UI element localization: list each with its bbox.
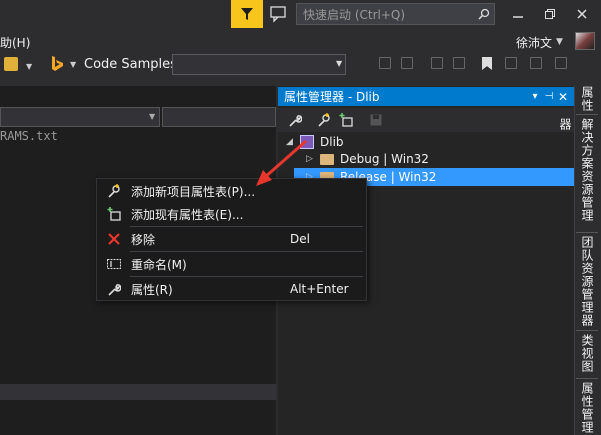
solution-explorer-icon[interactable] <box>4 57 18 71</box>
vtab-property-manager[interactable]: 属性管理器 <box>576 382 598 435</box>
add-existing-property-sheet-icon <box>97 207 131 221</box>
chevron-down-icon[interactable]: ▼ <box>556 37 563 47</box>
add-new-property-sheet-icon[interactable] <box>316 112 332 128</box>
bing-icon[interactable] <box>49 55 65 73</box>
remove-icon <box>97 233 131 245</box>
chevron-down-icon[interactable]: ▼ <box>336 59 342 68</box>
toolbar-grayed-icon <box>505 57 517 69</box>
filter-button[interactable] <box>231 0 263 28</box>
minimize-button[interactable] <box>504 4 532 24</box>
menu-item-shortcut: Alt+Enter <box>290 282 349 296</box>
wrench-icon <box>97 283 131 296</box>
toolbar-grayed-icon <box>555 57 567 69</box>
chevron-down-icon[interactable]: ▼ <box>26 62 32 71</box>
toolbar-grayed-icon <box>401 57 413 69</box>
annotation-arrow-icon <box>256 139 307 186</box>
avatar[interactable] <box>575 32 595 50</box>
tree-item-label: Dlib <box>320 135 344 149</box>
vtab-team-explorer[interactable]: 团队资源管理器 <box>576 236 598 328</box>
vtab-properties[interactable]: 属性 <box>576 86 598 112</box>
divider <box>576 232 598 233</box>
menu-item-label: 移除 <box>131 232 156 247</box>
menu-item-add-existing-property-sheet[interactable]: 添加现有属性表(E)... <box>97 202 366 226</box>
close-icon <box>577 9 587 19</box>
tree-item-config[interactable]: ▷ Debug | Win32 <box>306 150 429 168</box>
code-samples-search-input[interactable] <box>172 54 346 75</box>
wrench-icon[interactable] <box>287 112 303 128</box>
close-window-button[interactable] <box>568 4 596 24</box>
add-new-property-sheet-icon <box>97 184 131 198</box>
chevron-down-icon[interactable]: ▾ <box>528 91 542 102</box>
property-manager-titlebar[interactable]: 属性管理器 - Dlib ▾ ⊣ ✕ <box>278 87 574 106</box>
search-icon[interactable] <box>474 4 494 24</box>
menu-item-shortcut: Del <box>290 232 310 246</box>
toolbar-grayed-icon <box>431 57 443 69</box>
save-icon <box>368 112 384 128</box>
editor-text-line: RAMS.txt <box>0 129 58 143</box>
restore-button[interactable] <box>536 4 564 24</box>
menu-help[interactable]: 助(H) <box>0 34 30 51</box>
user-name[interactable]: 徐沛文 <box>516 34 552 51</box>
chevron-down-icon[interactable]: ▼ <box>149 112 155 121</box>
add-existing-property-sheet-icon[interactable] <box>338 112 354 128</box>
divider <box>576 378 598 379</box>
chevron-down-icon[interactable]: ▼ <box>70 60 76 69</box>
divider <box>576 330 598 331</box>
rename-icon <box>97 259 131 269</box>
menu-item-properties[interactable]: 属性(R) Alt+Enter <box>97 277 366 301</box>
close-icon[interactable]: ✕ <box>556 90 570 104</box>
code-samples-label: Code Samples <box>84 57 177 72</box>
menu-item-label: 添加现有属性表(E)... <box>131 207 244 222</box>
menu-item-remove[interactable]: 移除 Del <box>97 227 366 251</box>
pin-icon[interactable]: ⊣ <box>542 91 556 102</box>
menu-item-label: 添加新项目属性表(P)... <box>131 184 256 199</box>
tree-item-label: Debug | Win32 <box>340 152 429 166</box>
minimize-icon <box>513 16 523 18</box>
toolbar-grayed-icon <box>530 57 542 69</box>
toolbar-grayed-icon <box>379 57 391 69</box>
panel-title: 属性管理器 - Dlib <box>284 90 380 104</box>
filter-icon <box>241 8 253 20</box>
quick-launch-input[interactable]: 快速启动 (Ctrl+Q) <box>296 3 495 25</box>
editor-current-line <box>0 384 276 400</box>
menu-item-label: 属性(R) <box>131 282 173 297</box>
menu-item-rename[interactable]: 重命名(M) <box>97 252 366 276</box>
feedback-icon[interactable] <box>268 4 288 24</box>
menu-item-add-new-property-sheet[interactable]: 添加新项目属性表(P)... <box>97 179 366 203</box>
folder-icon <box>320 153 334 165</box>
vtab-solution-explorer[interactable]: 解决方案资源管理器 <box>558 118 598 228</box>
toolbar-grayed-icon <box>453 57 465 69</box>
navigation-scope-dropdown[interactable] <box>0 107 160 127</box>
quick-launch-placeholder: 快速启动 (Ctrl+Q) <box>303 7 406 22</box>
menu-item-label: 重命名(M) <box>131 257 187 272</box>
navigation-member-dropdown[interactable] <box>162 107 276 127</box>
vtab-class-view[interactable]: 类视图 <box>576 334 598 376</box>
divider <box>576 114 598 115</box>
restore-icon <box>545 9 555 19</box>
